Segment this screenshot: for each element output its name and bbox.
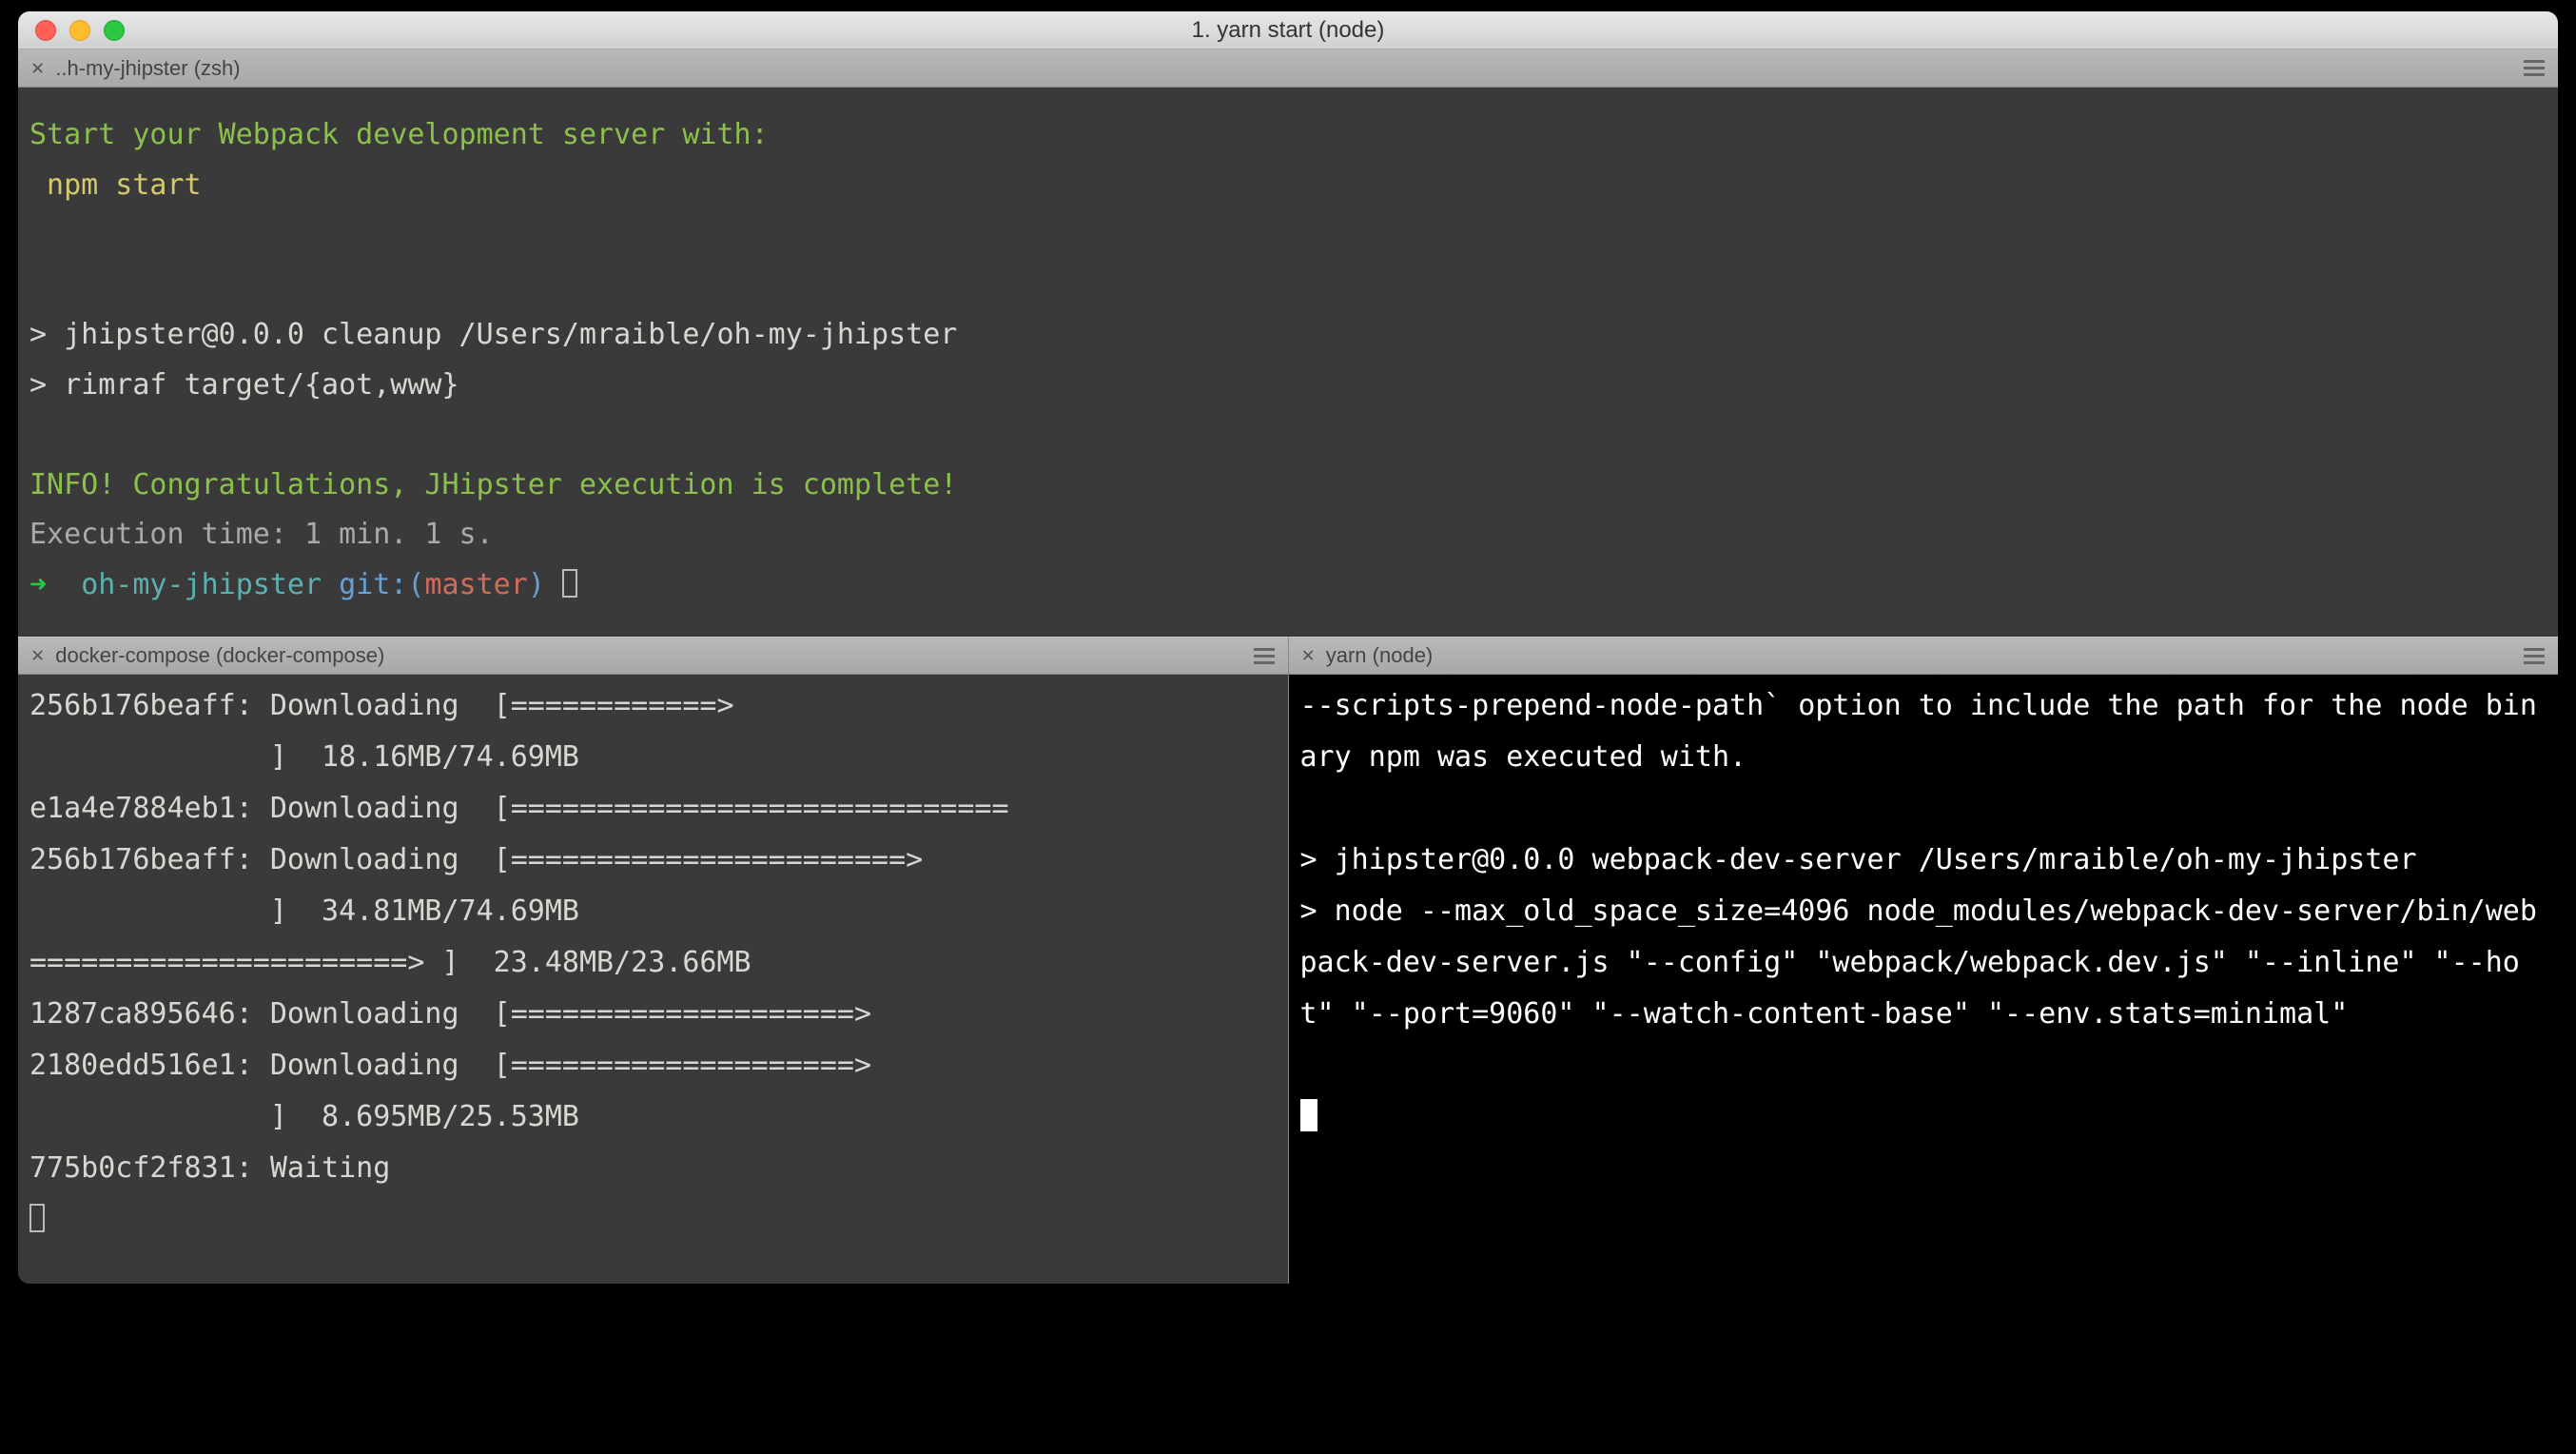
output-line: e1a4e7884eb1: Downloading [=============… [29,792,1009,825]
split-panes: ✕ docker-compose (docker-compose) 256b17… [18,637,2558,1284]
output-line: Start your Webpack development server wi… [29,118,769,151]
output-line: ] 18.16MB/74.69MB [29,740,579,774]
prompt-dir: oh-my-jhipster [81,568,322,601]
output-line: 256b176beaff: Downloading [=============… [29,843,923,876]
pane-body-right[interactable]: --scripts-prepend-node-path` option to i… [1289,675,2559,1284]
output-line: Execution time: 1 min. 1 s. [29,518,494,551]
tab-bar-top: ✕ ..h-my-jhipster (zsh) [18,49,2558,88]
pane-body-left[interactable]: 256b176beaff: Downloading [============>… [18,675,1288,1284]
window-title: 1. yarn start (node) [18,17,2558,44]
hamburger-icon[interactable] [1254,648,1275,664]
prompt-line: ➜ oh-my-jhipster git:(master) [29,568,577,601]
output-line: 2180edd516e1: Downloading [=============… [29,1049,871,1082]
output-line: ] 34.81MB/74.69MB [29,894,579,928]
terminal-window: 1. yarn start (node) ✕ ..h-my-jhipster (… [18,11,2558,1284]
window-titlebar[interactable]: 1. yarn start (node) [18,11,2558,49]
output-line: 1287ca895646: Downloading [=============… [29,997,871,1031]
output-line: ======================> ] 23.48MB/23.66M… [29,946,751,979]
cursor-icon [1300,1099,1317,1131]
hamburger-icon[interactable] [2524,60,2545,76]
output-line: npm start [29,168,202,202]
hamburger-icon[interactable] [2524,648,2545,664]
output-line: > jhipster@0.0.0 cleanup /Users/mraible/… [29,318,957,351]
tab-label-top[interactable]: ..h-my-jhipster (zsh) [55,56,240,81]
output-line: 775b0cf2f831: Waiting [29,1151,390,1185]
prompt-git: git:( [339,568,424,601]
tab-label-right[interactable]: yarn (node) [1326,643,1434,668]
close-tab-icon[interactable]: ✕ [31,58,44,79]
output-text: --scripts-prepend-node-path` option to i… [1300,689,2537,1031]
cursor-icon [29,1204,45,1232]
close-tab-icon[interactable]: ✕ [1302,645,1315,666]
output-line: INFO! Congratulations, JHipster executio… [29,468,957,501]
prompt-close: ) [528,568,545,601]
cursor-icon [562,569,577,598]
arrow-icon: ➜ [29,568,47,601]
terminal-pane-left: ✕ docker-compose (docker-compose) 256b17… [18,637,1289,1284]
output-line: > rimraf target/{aot,www} [29,368,459,402]
prompt-branch: master [424,568,527,601]
pane-header-right: ✕ yarn (node) [1289,637,2559,675]
output-line: 256b176beaff: Downloading [============> [29,689,734,722]
terminal-pane-top[interactable]: Start your Webpack development server wi… [18,88,2558,637]
close-tab-icon[interactable]: ✕ [31,645,44,666]
output-line: ] 8.695MB/25.53MB [29,1100,579,1133]
terminal-pane-right: ✕ yarn (node) --scripts-prepend-node-pat… [1289,637,2559,1284]
tab-label-left[interactable]: docker-compose (docker-compose) [55,643,384,668]
pane-header-left: ✕ docker-compose (docker-compose) [18,637,1288,675]
